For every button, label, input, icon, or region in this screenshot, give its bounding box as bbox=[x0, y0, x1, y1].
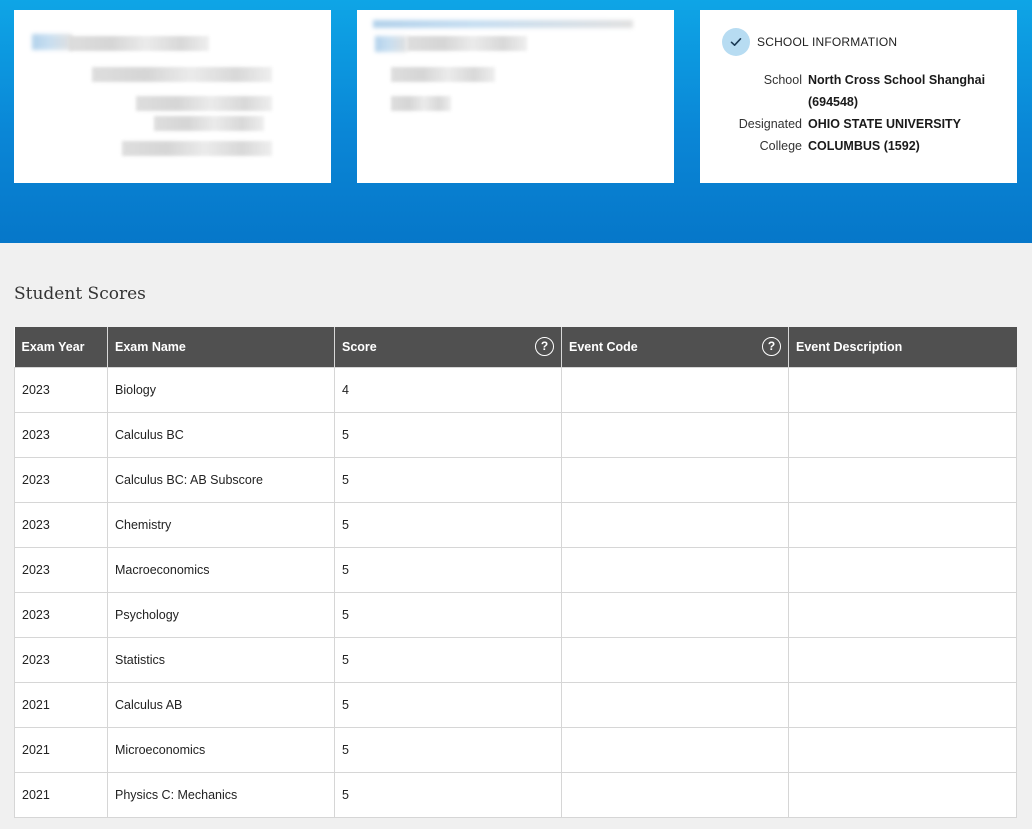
event-description-cell bbox=[788, 546, 1017, 593]
table-row: 2023 Chemistry 5 bbox=[14, 501, 1017, 548]
event-description-cell bbox=[788, 591, 1017, 638]
score-cell: 5 bbox=[334, 456, 562, 503]
school-info-card: SCHOOL INFORMATION School North Cross Sc… bbox=[700, 10, 1017, 183]
college-city: COLUMBUS (1592) bbox=[808, 139, 920, 153]
event-code-cell bbox=[561, 501, 789, 548]
school-label: School bbox=[763, 73, 802, 87]
table-row: 2023 Statistics 5 bbox=[14, 636, 1017, 683]
event-description-cell bbox=[788, 501, 1017, 548]
score-cell: 5 bbox=[334, 726, 562, 773]
event-description-cell bbox=[788, 456, 1017, 503]
exam-name-cell: Calculus AB bbox=[107, 681, 335, 728]
scores-table: Exam Year Exam Name Score ? Event Code ?… bbox=[14, 327, 1017, 818]
score-cell: 5 bbox=[334, 771, 562, 818]
help-circle-icon[interactable]: ? bbox=[762, 337, 781, 356]
table-row: 2021 Physics C: Mechanics 5 bbox=[14, 771, 1017, 818]
exam-name-cell: Microeconomics bbox=[107, 726, 335, 773]
event-code-cell bbox=[561, 681, 789, 728]
column-header-event-description[interactable]: Event Description bbox=[788, 327, 1017, 367]
event-description-cell bbox=[788, 771, 1017, 818]
column-header-exam-year[interactable]: Exam Year bbox=[14, 327, 108, 367]
exam-name-cell: Statistics bbox=[107, 636, 335, 683]
event-code-cell bbox=[561, 591, 789, 638]
event-code-cell bbox=[561, 771, 789, 818]
college-name: OHIO STATE UNIVERSITY bbox=[808, 117, 962, 131]
event-code-cell bbox=[561, 366, 789, 413]
student-info-card bbox=[14, 10, 331, 183]
exam-year-cell: 2021 bbox=[14, 771, 108, 818]
school-name: North Cross School Shanghai bbox=[808, 73, 986, 87]
exam-year-cell: 2023 bbox=[14, 366, 108, 413]
column-header-label: Event Description bbox=[796, 339, 903, 354]
table-row: 2021 Microeconomics 5 bbox=[14, 726, 1017, 773]
table-row: 2023 Psychology 5 bbox=[14, 591, 1017, 638]
table-row: 2023 Calculus BC: AB Subscore 5 bbox=[14, 456, 1017, 503]
exam-year-cell: 2021 bbox=[14, 681, 108, 728]
check-icon bbox=[722, 28, 750, 56]
score-cell: 4 bbox=[334, 366, 562, 413]
event-description-cell bbox=[788, 411, 1017, 458]
exam-year-cell: 2023 bbox=[14, 456, 108, 503]
column-header-exam-name[interactable]: Exam Name bbox=[107, 327, 335, 367]
column-header-label: Exam Name bbox=[115, 339, 186, 354]
exam-name-cell: Macroeconomics bbox=[107, 546, 335, 593]
contact-info-card bbox=[357, 10, 674, 183]
event-code-cell bbox=[561, 546, 789, 593]
column-header-event-code[interactable]: Event Code ? bbox=[561, 327, 789, 367]
score-cell: 5 bbox=[334, 681, 562, 728]
help-circle-icon[interactable]: ? bbox=[535, 337, 554, 356]
exam-year-cell: 2021 bbox=[14, 726, 108, 773]
score-cell: 5 bbox=[334, 546, 562, 593]
event-code-cell bbox=[561, 411, 789, 458]
score-cell: 5 bbox=[334, 636, 562, 683]
event-code-cell bbox=[561, 726, 789, 773]
event-description-cell bbox=[788, 726, 1017, 773]
exam-name-cell: Calculus BC bbox=[107, 411, 335, 458]
header-banner: SCHOOL INFORMATION School North Cross Sc… bbox=[0, 0, 1032, 243]
table-row: 2023 Calculus BC 5 bbox=[14, 411, 1017, 458]
column-header-label: Score bbox=[342, 339, 377, 354]
redacted-subheading bbox=[375, 36, 407, 52]
exam-name-cell: Calculus BC: AB Subscore bbox=[107, 456, 335, 503]
table-row: 2023 Macroeconomics 5 bbox=[14, 546, 1017, 593]
college-label: College bbox=[759, 139, 802, 153]
event-code-cell bbox=[561, 456, 789, 503]
exam-year-cell: 2023 bbox=[14, 501, 108, 548]
column-header-score[interactable]: Score ? bbox=[334, 327, 562, 367]
redacted-heading bbox=[32, 34, 72, 50]
score-cell: 5 bbox=[334, 411, 562, 458]
event-description-cell bbox=[788, 681, 1017, 728]
score-cell: 5 bbox=[334, 501, 562, 548]
exam-year-cell: 2023 bbox=[14, 411, 108, 458]
redacted-heading bbox=[373, 20, 633, 28]
table-row: 2021 Calculus AB 5 bbox=[14, 681, 1017, 728]
table-row: 2023 Biology 4 bbox=[14, 366, 1017, 413]
scores-table-body: 2023 Biology 4 2023 Calculus BC 5 2023 Calculus… bbox=[14, 366, 1017, 818]
exam-name-cell: Physics C: Mechanics bbox=[107, 771, 335, 818]
school-code: (694548) bbox=[808, 95, 859, 109]
table-header-row: Exam Year Exam Name Score ? Event Code ?… bbox=[14, 327, 1017, 367]
event-description-cell bbox=[788, 366, 1017, 413]
exam-name-cell: Biology bbox=[107, 366, 335, 413]
exam-name-cell: Psychology bbox=[107, 591, 335, 638]
designated-label: Designated bbox=[738, 117, 802, 131]
exam-year-cell: 2023 bbox=[14, 636, 108, 683]
exam-year-cell: 2023 bbox=[14, 591, 108, 638]
exam-name-cell: Chemistry bbox=[107, 501, 335, 548]
event-code-cell bbox=[561, 636, 789, 683]
column-header-label: Event Code bbox=[569, 339, 638, 354]
event-description-cell bbox=[788, 636, 1017, 683]
exam-year-cell: 2023 bbox=[14, 546, 108, 593]
column-header-label: Exam Year bbox=[21, 339, 85, 354]
school-info-heading: SCHOOL INFORMATION bbox=[757, 35, 898, 49]
section-title: Student Scores bbox=[14, 284, 146, 304]
score-cell: 5 bbox=[334, 591, 562, 638]
